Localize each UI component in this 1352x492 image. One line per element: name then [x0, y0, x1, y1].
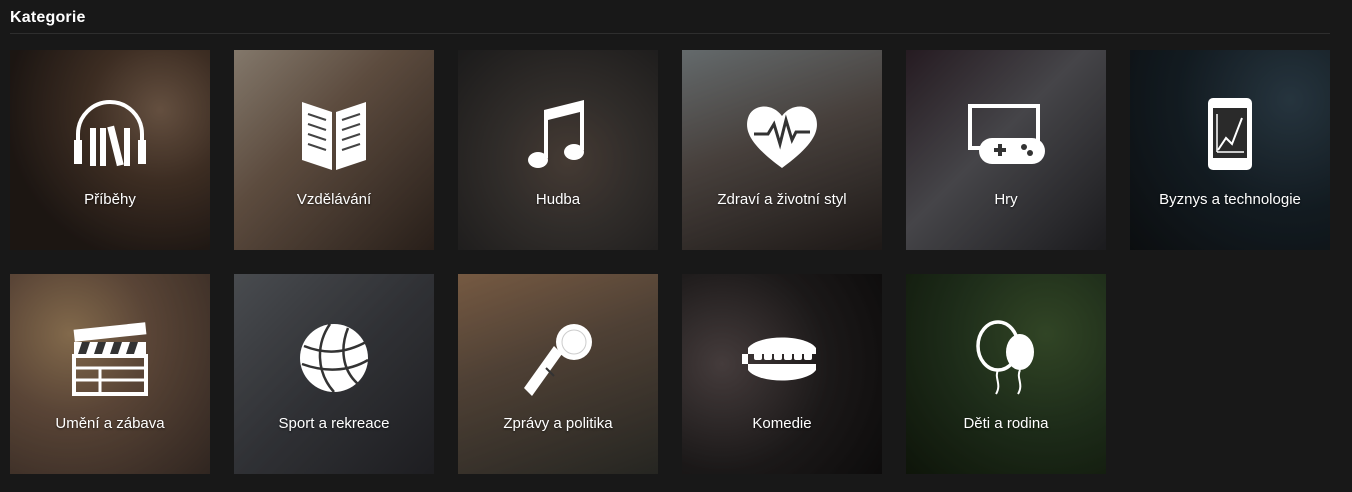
open-book-icon [302, 102, 366, 170]
music-note-icon [528, 100, 584, 168]
category-tile-komedie[interactable]: Komedie [682, 274, 882, 474]
monitor-gamepad-icon [968, 104, 1045, 164]
category-label: Hudba [535, 191, 581, 208]
category-tile-hry[interactable]: Hry [906, 50, 1106, 250]
category-label: Děti a rodina [963, 415, 1049, 432]
category-label: Sport a rekreace [278, 415, 390, 432]
category-tile-hudba[interactable]: Hudba [458, 50, 658, 250]
chattering-teeth-icon [742, 337, 816, 381]
category-label: Příběhy [84, 191, 136, 208]
category-tile-zdravi[interactable]: Zdraví a životní styl [682, 50, 882, 250]
microphone-icon [524, 324, 592, 396]
heart-pulse-icon [747, 106, 817, 168]
category-label: Byznys a technologie [1159, 191, 1301, 208]
phone-chart-icon [1208, 98, 1252, 170]
balloons-icon [976, 320, 1034, 395]
category-tile-pribehy[interactable]: Příběhy [10, 50, 210, 250]
category-label: Umění a zábava [55, 415, 165, 432]
headphones-books-icon [74, 100, 146, 167]
clapperboard-icon [72, 322, 148, 396]
category-tile-umeni[interactable]: Umění a zábava [10, 274, 210, 474]
category-label: Zdraví a životní styl [717, 191, 847, 208]
category-tile-byznys[interactable]: Byznys a technologie [1130, 50, 1330, 250]
category-label: Hry [994, 191, 1018, 208]
category-label: Vzdělávání [296, 191, 372, 208]
section-header: Kategorie [10, 0, 1330, 34]
category-tile-sport[interactable]: Sport a rekreace [234, 274, 434, 474]
category-tile-zpravy[interactable]: Zprávy a politika [458, 274, 658, 474]
category-label: Zprávy a politika [503, 415, 613, 432]
basketball-icon [300, 323, 369, 393]
category-tile-deti[interactable]: Děti a rodina [906, 274, 1106, 474]
category-tile-vzdelavani[interactable]: Vzdělávání [234, 50, 434, 250]
section-title: Kategorie [10, 9, 86, 26]
category-label: Komedie [752, 415, 812, 432]
